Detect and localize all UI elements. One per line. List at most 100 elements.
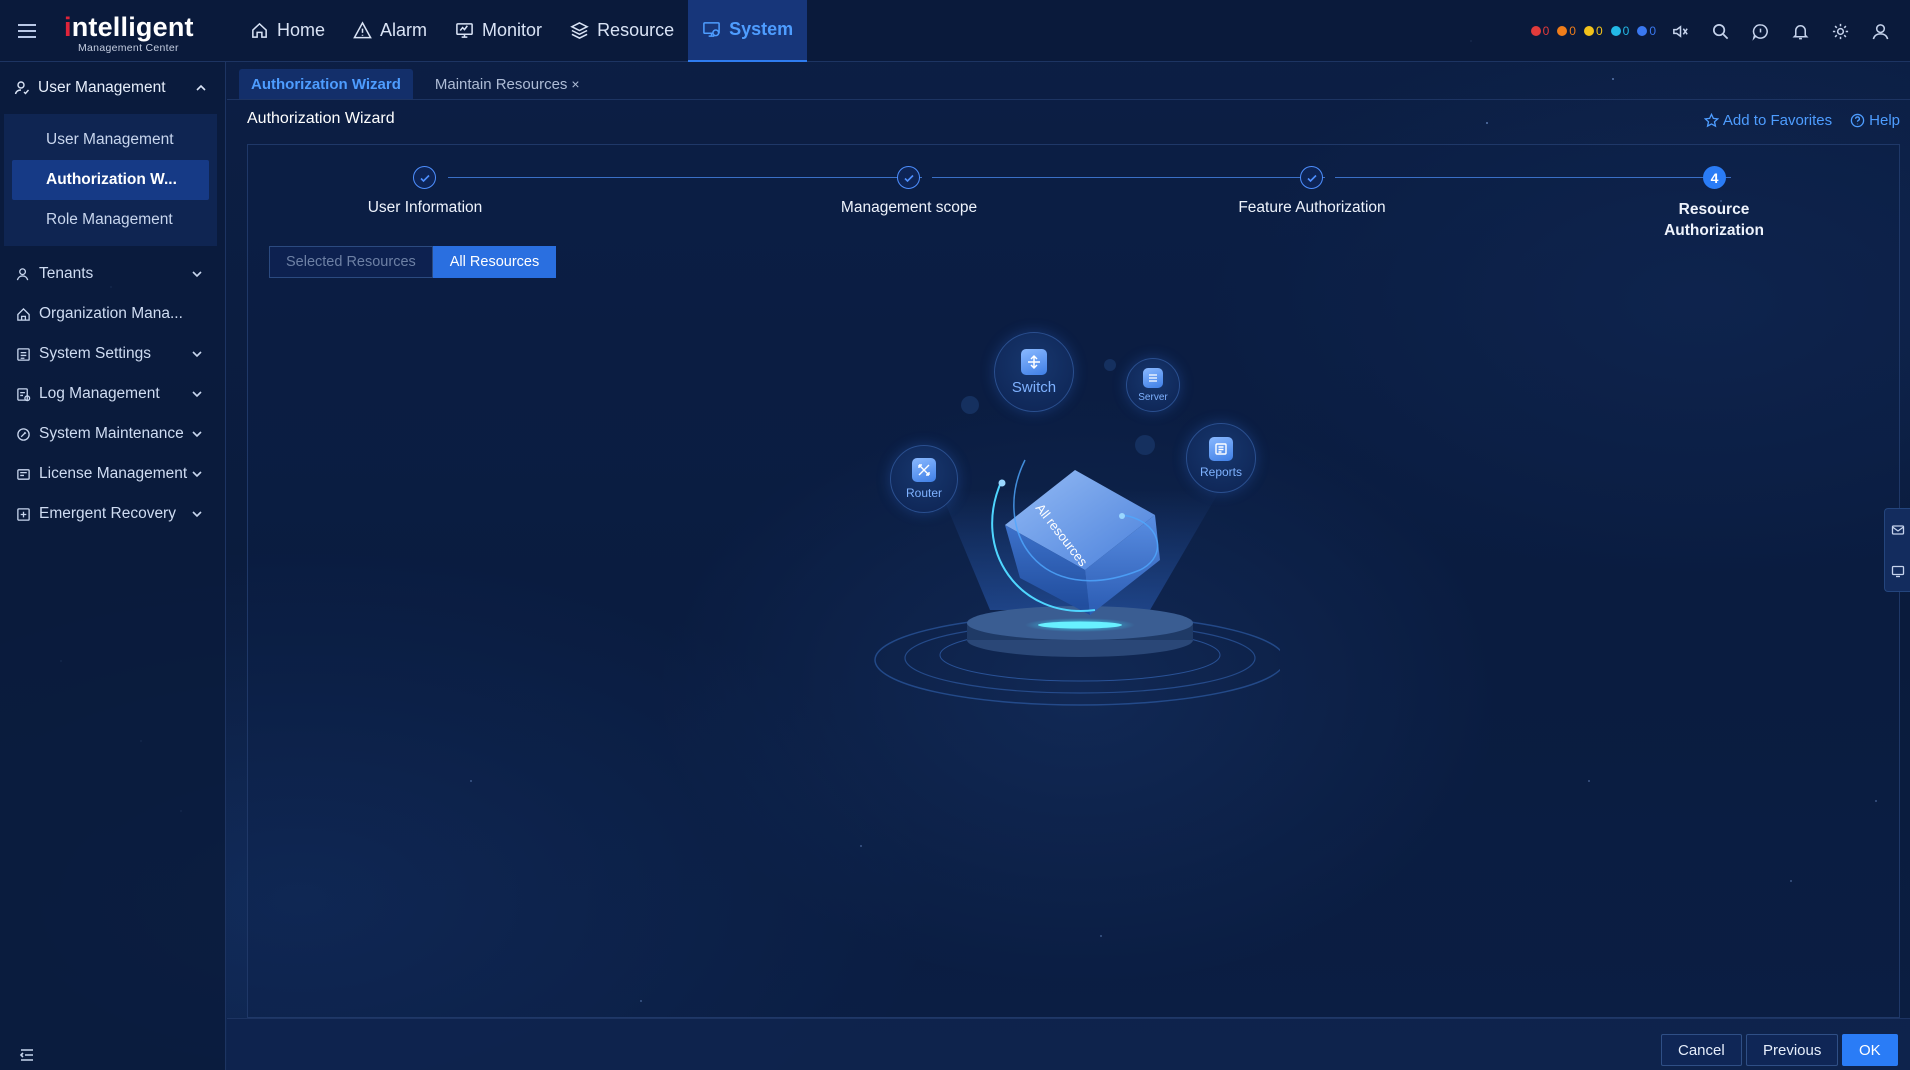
sidebar-item-authorization-wizard[interactable]: Authorization W... bbox=[12, 160, 209, 200]
sidebar-item-role-management[interactable]: Role Management bbox=[12, 200, 209, 240]
check-icon bbox=[903, 174, 914, 182]
reports-label: Reports bbox=[1199, 465, 1243, 479]
tab-authorization-wizard[interactable]: Authorization Wizard bbox=[239, 69, 413, 99]
chevron-down-icon bbox=[192, 271, 202, 278]
step-4-label: Resource Authorization bbox=[1614, 199, 1814, 241]
alarm-count: 0 bbox=[1595, 24, 1603, 38]
alarm-count: 0 bbox=[1622, 24, 1630, 38]
nav-alarm[interactable]: Alarm bbox=[339, 0, 441, 62]
sidebar-item-label: System Settings bbox=[39, 345, 151, 362]
organization-icon bbox=[17, 307, 30, 321]
step-4-label-line: Authorization bbox=[1664, 222, 1764, 239]
add-to-favorites-link[interactable]: Add to Favorites bbox=[1703, 112, 1833, 129]
reports-bubble: Reports bbox=[1186, 423, 1256, 493]
help-icon bbox=[1850, 113, 1865, 128]
alarm-counter-minor[interactable]: 0 bbox=[1583, 24, 1603, 38]
mail-icon[interactable] bbox=[1891, 523, 1905, 537]
minor-alarm-icon bbox=[1583, 26, 1594, 36]
sidebar-item-system-maintenance[interactable]: System Maintenance bbox=[0, 414, 225, 454]
sidebar-item-user-management[interactable]: User Management bbox=[12, 120, 209, 160]
sidebar-item-tenants[interactable]: Tenants bbox=[0, 254, 225, 294]
switch-bubble: Switch bbox=[994, 332, 1074, 412]
step-connector bbox=[448, 177, 922, 178]
star-icon bbox=[1703, 113, 1719, 128]
resource-icon bbox=[570, 22, 589, 39]
alarm-count: 0 bbox=[1542, 24, 1550, 38]
all-resources-option[interactable]: All Resources bbox=[432, 246, 557, 278]
nav-monitor[interactable]: Monitor bbox=[441, 0, 556, 62]
step-3-label: Feature Authorization bbox=[1238, 199, 1386, 216]
user-icon bbox=[14, 81, 30, 95]
settings-button[interactable] bbox=[1824, 15, 1856, 47]
menu-toggle-button[interactable] bbox=[0, 0, 54, 62]
nav-home[interactable]: Home bbox=[236, 0, 339, 62]
cancel-button[interactable]: Cancel bbox=[1661, 1034, 1742, 1066]
help-label: Help bbox=[1869, 112, 1900, 129]
check-icon bbox=[1306, 174, 1317, 182]
user-profile-button[interactable] bbox=[1864, 15, 1896, 47]
major-alarm-icon bbox=[1557, 26, 1568, 36]
ok-button[interactable]: OK bbox=[1842, 1034, 1898, 1066]
notifications-button[interactable] bbox=[1784, 15, 1816, 47]
feedback-button[interactable] bbox=[1744, 15, 1776, 47]
chevron-down-icon bbox=[192, 351, 202, 358]
alarm-sound-button[interactable] bbox=[1664, 15, 1696, 47]
home-icon bbox=[252, 22, 267, 38]
gear-icon bbox=[1832, 23, 1848, 39]
nav-system[interactable]: System bbox=[688, 0, 808, 62]
sidebar: User Management User Management Authoriz… bbox=[0, 62, 226, 1070]
resource-scope-toggle: Selected Resources All Resources bbox=[269, 246, 557, 278]
top-right-toolbar: 0 0 0 0 0 bbox=[1530, 0, 1896, 62]
sidebar-item-log-management[interactable]: Log Management bbox=[0, 374, 225, 414]
user-icon bbox=[1872, 23, 1888, 39]
sidebar-item-organization[interactable]: Organization Mana... bbox=[0, 294, 225, 334]
wizard-stepper: User Information Management scope Featur… bbox=[248, 145, 1901, 245]
settings-list-icon bbox=[17, 347, 30, 361]
system-icon bbox=[703, 22, 720, 37]
step-2-check bbox=[897, 166, 920, 189]
alarm-counter-major[interactable]: 0 bbox=[1557, 24, 1576, 38]
router-label: Router bbox=[905, 486, 943, 500]
chevron-down-icon bbox=[192, 511, 202, 518]
bell-icon bbox=[1791, 24, 1809, 39]
sidebar-item-license-management[interactable]: License Management bbox=[0, 454, 225, 494]
step-connector bbox=[1335, 177, 1731, 178]
sidebar-item-system-settings[interactable]: System Settings bbox=[0, 334, 225, 374]
critical-alarm-icon bbox=[1530, 26, 1541, 36]
selected-resources-option[interactable]: Selected Resources bbox=[269, 246, 433, 278]
switch-label: Switch bbox=[1011, 378, 1057, 396]
alarm-counter-critical[interactable]: 0 bbox=[1530, 24, 1550, 38]
screen-icon[interactable] bbox=[1891, 564, 1905, 578]
hamburger-icon bbox=[18, 29, 36, 32]
previous-button[interactable]: Previous bbox=[1746, 1034, 1839, 1066]
alarm-icon bbox=[353, 21, 372, 39]
sidebar-submenu: User Management Authorization W... Role … bbox=[4, 114, 217, 246]
close-icon[interactable]: × bbox=[571, 76, 579, 92]
logo-text: intelligent bbox=[64, 11, 194, 42]
sidebar-item-emergent-recovery[interactable]: Emergent Recovery bbox=[0, 494, 225, 534]
alarm-count: 0 bbox=[1569, 24, 1576, 38]
nav-resource[interactable]: Resource bbox=[556, 0, 688, 62]
alarm-counter-info[interactable]: 0 bbox=[1637, 24, 1656, 38]
check-icon bbox=[419, 174, 430, 182]
chevron-down-icon bbox=[192, 471, 202, 478]
wizard-footer: Cancel Previous OK bbox=[227, 1018, 1910, 1070]
collapse-sidebar-icon[interactable] bbox=[18, 1046, 36, 1064]
tenant-icon bbox=[16, 267, 29, 280]
sidebar-item-label: Organization Mana... bbox=[39, 305, 183, 322]
sidebar-item-label: Emergent Recovery bbox=[39, 505, 176, 522]
alarm-counter-warning[interactable]: 0 bbox=[1610, 24, 1630, 38]
step-1-check bbox=[413, 166, 436, 189]
step-connector bbox=[932, 177, 1325, 178]
nav-alarm-label: Alarm bbox=[380, 20, 428, 40]
help-link[interactable]: Help bbox=[1850, 112, 1900, 129]
chevron-down-icon bbox=[192, 391, 202, 398]
favorites-label: Add to Favorites bbox=[1722, 112, 1833, 129]
search-button[interactable] bbox=[1704, 15, 1736, 47]
step-2-label: Management scope bbox=[840, 199, 978, 216]
tab-maintain-resources[interactable]: Maintain Resources × bbox=[423, 69, 592, 99]
sidebar-group-user-management[interactable]: User Management bbox=[0, 62, 225, 114]
app-logo[interactable]: intelligent Management Center bbox=[64, 0, 234, 62]
sidebar-item-label: Log Management bbox=[39, 385, 160, 402]
sidebar-item-label: System Maintenance bbox=[39, 425, 184, 442]
